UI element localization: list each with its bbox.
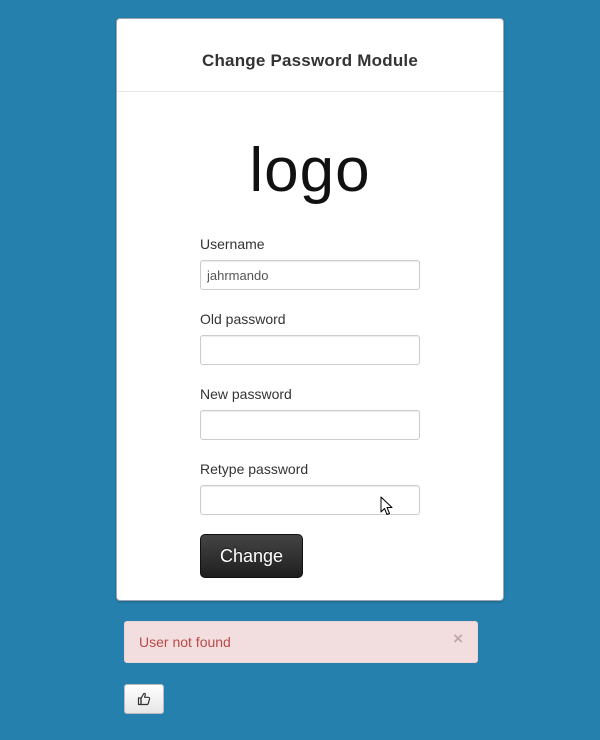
panel-title: Change Password Module [202,50,418,70]
change-password-panel: Change Password Module logo Username Old… [116,18,504,601]
mouse-cursor-icon [380,496,393,515]
new-password-field-group: New password [200,386,420,440]
new-password-label: New password [200,386,292,402]
username-input[interactable] [200,260,420,290]
retype-password-label: Retype password [200,461,309,477]
logo: logo [249,136,371,205]
alert-message: User not found [139,634,231,650]
old-password-field-group: Old password [200,311,420,365]
like-button[interactable] [124,684,164,714]
thumbs-up-icon [137,692,151,706]
old-password-label: Old password [200,311,286,327]
username-field-group: Username [200,236,420,290]
panel-header: Change Password Module [117,19,503,92]
change-button[interactable]: Change [200,534,303,578]
username-label: Username [200,236,265,252]
alert-close-button[interactable]: × [453,630,463,647]
error-alert: User not found × [124,621,478,663]
old-password-input[interactable] [200,335,420,365]
new-password-input[interactable] [200,410,420,440]
